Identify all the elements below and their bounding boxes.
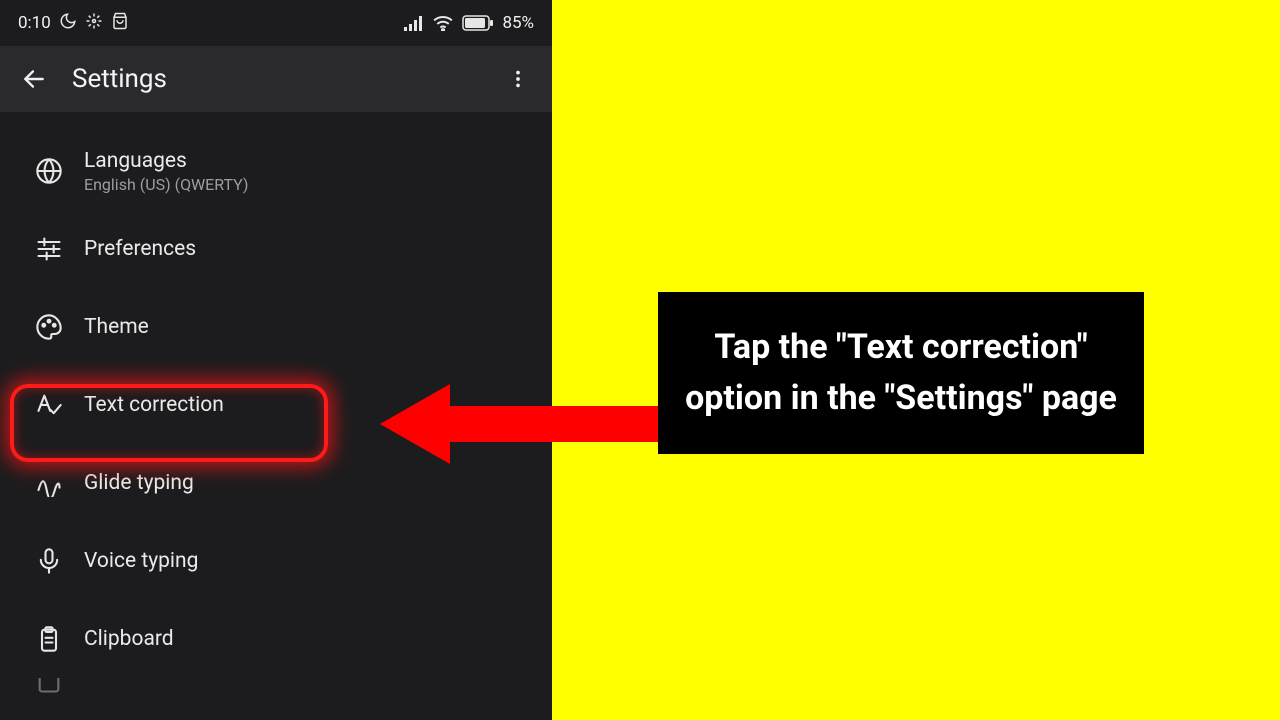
page-title: Settings <box>72 64 498 94</box>
setting-subtitle: English (US) (QWERTY) <box>84 175 552 194</box>
setting-title: Clipboard <box>84 627 552 651</box>
signal-icon <box>404 15 424 31</box>
status-right: 85% <box>404 13 534 33</box>
setting-title: Voice typing <box>84 549 552 573</box>
clipboard-icon <box>14 625 84 653</box>
microphone-icon <box>14 547 84 575</box>
setting-item-languages[interactable]: Languages English (US) (QWERTY) <box>0 132 552 210</box>
arrow-left-icon <box>21 66 47 92</box>
app-bar: Settings <box>0 46 552 112</box>
phone-screen: 0:10 85% Sett <box>0 0 552 720</box>
gesture-icon <box>14 469 84 497</box>
overflow-menu-button[interactable] <box>498 59 538 99</box>
moon-icon <box>59 12 77 35</box>
setting-title: Text correction <box>84 393 552 417</box>
status-left: 0:10 <box>18 12 129 35</box>
setting-item-text-correction[interactable]: Text correction <box>0 366 552 444</box>
more-vertical-icon <box>507 68 529 90</box>
status-time: 0:10 <box>18 13 51 33</box>
setting-title: Preferences <box>84 237 552 261</box>
setting-item-voice-typing[interactable]: Voice typing <box>0 522 552 600</box>
battery-percent: 85% <box>502 13 534 33</box>
shop-icon <box>111 12 129 35</box>
setting-item-theme[interactable]: Theme <box>0 288 552 366</box>
instruction-callout: Tap the "Text correction" option in the … <box>658 292 1144 454</box>
setting-item-clipboard[interactable]: Clipboard <box>0 600 552 678</box>
text-check-icon <box>14 391 84 419</box>
sliders-icon <box>14 235 84 263</box>
setting-title: Glide typing <box>84 471 552 495</box>
setting-item-preferences[interactable]: Preferences <box>0 210 552 288</box>
battery-icon <box>462 15 494 31</box>
back-button[interactable] <box>14 59 54 99</box>
book-icon <box>14 678 84 695</box>
pinwheel-icon <box>85 12 103 35</box>
wifi-icon <box>432 15 454 31</box>
setting-item-glide-typing[interactable]: Glide typing <box>0 444 552 522</box>
settings-list: Languages English (US) (QWERTY) Preferen… <box>0 112 552 698</box>
globe-icon <box>14 157 84 185</box>
status-bar: 0:10 85% <box>0 0 552 46</box>
setting-item-cutoff <box>0 678 552 698</box>
setting-title: Languages <box>84 149 552 173</box>
palette-icon <box>14 313 84 341</box>
setting-title: Theme <box>84 315 552 339</box>
